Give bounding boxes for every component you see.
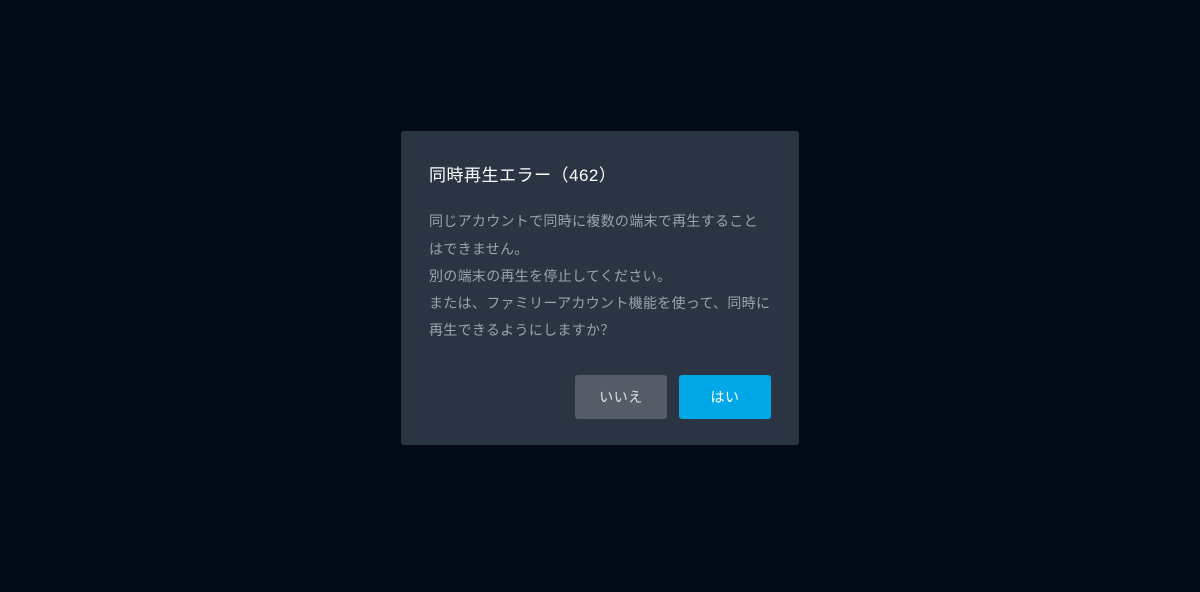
no-button[interactable]: いいえ [575,375,667,419]
dialog-actions: いいえ はい [429,375,771,419]
dialog-title: 同時再生エラー（462） [429,161,771,186]
yes-button[interactable]: はい [679,375,771,419]
dialog-message: 同じアカウントで同時に複数の端末で再生することはできません。別の端末の再生を停止… [429,208,771,344]
error-dialog: 同時再生エラー（462） 同じアカウントで同時に複数の端末で再生することはできま… [401,131,799,444]
